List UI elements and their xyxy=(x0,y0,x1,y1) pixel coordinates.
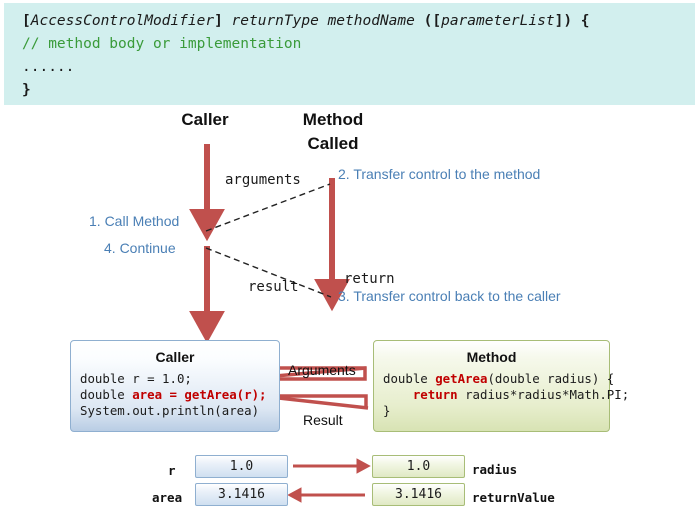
method-code-line-3: } xyxy=(383,403,391,418)
method-code-box: Method double getArea(double radius) { r… xyxy=(373,340,629,432)
caller-code-line-1: double r = 1.0; xyxy=(80,371,192,386)
method-box-code: double getArea(double radius) { return r… xyxy=(383,371,629,419)
caller-code-line-3: System.out.println(area) xyxy=(80,403,260,418)
variable-label-radius: radius xyxy=(472,462,518,477)
caller-box-code: double r = 1.0; double area = getArea(r)… xyxy=(80,371,267,419)
diagram-canvas: [AccessControlModifier] returnType metho… xyxy=(0,0,695,506)
variable-value-area: 3.1416 xyxy=(195,483,288,506)
method-box-title: Method xyxy=(466,349,517,365)
variable-label-r: r xyxy=(168,463,176,478)
caller-code-line-2-call: area = getArea(r); xyxy=(132,387,267,402)
step-label-1-call-method: 1. Call Method xyxy=(89,213,180,229)
variable-label-returnvalue: returnValue xyxy=(472,490,555,505)
variable-value-r: 1.0 xyxy=(195,455,288,478)
variable-value-radius: 1.0 xyxy=(372,455,465,478)
step-label-4-continue: 4. Continue xyxy=(104,240,176,256)
flow-label-arguments: arguments xyxy=(225,172,301,188)
variable-value-returnvalue: 3.1416 xyxy=(372,483,465,506)
step-label-3-transfer-control-back: 3. Transfer control back to the caller xyxy=(338,288,561,304)
arguments-dashed-line xyxy=(205,183,331,232)
caller-box-title: Caller xyxy=(155,349,195,365)
transfer-label-arguments: Arguments xyxy=(288,362,356,378)
flow-label-return: return xyxy=(344,271,395,287)
step-label-2-transfer-control-to-method: 2. Transfer control to the method xyxy=(338,166,541,182)
transfer-label-result: Result xyxy=(303,412,343,428)
caller-code-box: Caller double r = 1.0; double area = get… xyxy=(70,340,280,432)
flow-label-result: result xyxy=(248,279,299,295)
method-code-return-keyword: return xyxy=(383,387,466,402)
method-code-line-1-a: double xyxy=(383,371,436,386)
method-code-line-2-expr: radius*radius*Math.PI; xyxy=(465,387,630,402)
caller-code-line-2-prefix: double xyxy=(80,387,133,402)
method-code-getarea-name: getArea xyxy=(435,371,488,386)
method-code-line-1-c: (double radius) { xyxy=(487,371,615,386)
variable-label-area: area xyxy=(152,490,183,505)
